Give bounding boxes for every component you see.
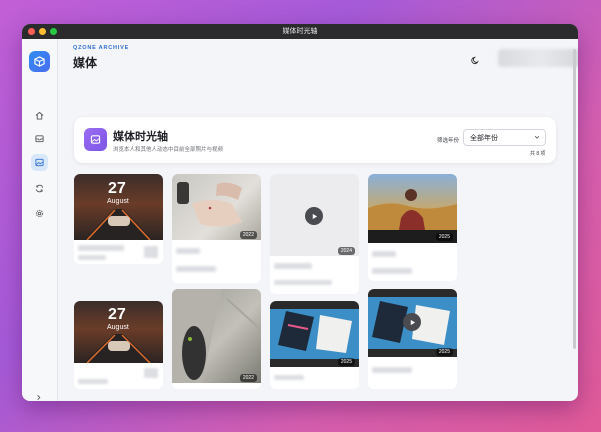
media-icon bbox=[35, 158, 44, 167]
window-title: 媒体时光轴 bbox=[282, 28, 318, 35]
inbox-icon bbox=[35, 135, 44, 143]
play-button[interactable] bbox=[403, 313, 421, 331]
tile-meta-blurred bbox=[372, 251, 396, 257]
video-thumbnail: 2025 bbox=[368, 289, 457, 357]
app-logo[interactable] bbox=[29, 51, 50, 72]
media-thumbnail: 2025 bbox=[270, 301, 359, 367]
media-tile[interactable]: 27 August bbox=[74, 174, 163, 264]
play-icon bbox=[410, 319, 415, 325]
main-content: QZONE ARCHIVE 媒体 媒体时光轴 浏览本人和其他人动态中目前全部照片… bbox=[58, 39, 578, 401]
user-profile-blurred[interactable] bbox=[498, 49, 578, 67]
tile-meta-blurred bbox=[78, 379, 108, 384]
sync-icon bbox=[35, 184, 44, 193]
tile-meta-blurred bbox=[372, 268, 412, 274]
tile-meta-blurred bbox=[176, 248, 200, 254]
minimize-window-button[interactable] bbox=[39, 28, 46, 35]
tile-avatar-blurred bbox=[144, 368, 158, 378]
moon-icon bbox=[471, 56, 479, 65]
theme-toggle[interactable] bbox=[471, 52, 480, 70]
date-number: 27 bbox=[108, 180, 126, 197]
media-tile[interactable]: 2025 bbox=[270, 301, 359, 389]
year-badge: 2024 bbox=[337, 247, 355, 255]
media-tile[interactable]: 2022 bbox=[172, 289, 261, 389]
media-tile[interactable]: 2025 bbox=[368, 289, 457, 389]
media-tile[interactable]: 2024 bbox=[270, 174, 359, 294]
card-title: 媒体时光轴 bbox=[113, 131, 168, 143]
date-month: August bbox=[107, 198, 129, 205]
media-tile[interactable]: 2025 bbox=[368, 174, 457, 281]
title-bar: 媒体时光轴 bbox=[22, 24, 578, 39]
play-button[interactable] bbox=[305, 207, 323, 225]
sidebar-item-sync[interactable] bbox=[31, 180, 48, 197]
scrollbar[interactable] bbox=[573, 49, 576, 349]
timeline-header-card: 媒体时光轴 浏览本人和其他人动态中目前全部照片与视频 筛选年份 全部年份 共 8… bbox=[74, 117, 556, 163]
year-badge: 2022 bbox=[239, 231, 257, 239]
tile-meta-blurred bbox=[372, 367, 412, 373]
media-thumbnail: 27 August bbox=[74, 301, 163, 363]
year-filter-select[interactable]: 全部年份 bbox=[463, 129, 546, 146]
sidebar-item-inbox[interactable] bbox=[31, 130, 48, 147]
media-thumbnail: 2022 bbox=[172, 289, 261, 383]
media-thumbnail: 27 August bbox=[74, 174, 163, 240]
item-count: 共 8 项 bbox=[530, 151, 546, 157]
media-thumbnail: 2025 bbox=[368, 174, 457, 243]
tile-meta-blurred bbox=[176, 266, 216, 272]
media-tile[interactable]: 27 August bbox=[74, 301, 163, 389]
timeline-icon bbox=[84, 128, 107, 151]
sidebar-item-home[interactable] bbox=[31, 107, 48, 124]
chevron-down-icon bbox=[534, 130, 540, 147]
page-title: 媒体 bbox=[73, 56, 98, 70]
play-icon bbox=[312, 213, 317, 219]
close-window-button[interactable] bbox=[28, 28, 35, 35]
year-filter-label: 筛选年份 bbox=[437, 138, 460, 144]
maximize-window-button[interactable] bbox=[50, 28, 57, 35]
chevron-right-icon bbox=[37, 395, 41, 400]
video-thumbnail: 2024 bbox=[270, 174, 359, 256]
sidebar-item-settings[interactable] bbox=[31, 205, 48, 222]
brand-label: QZONE ARCHIVE bbox=[73, 45, 130, 51]
card-subtitle: 浏览本人和其他人动态中目前全部照片与视频 bbox=[113, 147, 224, 153]
app-window: 媒体时光轴 QZONE ARCHIVE 媒体 媒体时光轴 浏览本人和其他人动态中… bbox=[22, 24, 578, 401]
window-controls bbox=[28, 28, 57, 35]
date-month: August bbox=[107, 324, 129, 331]
year-filter-value: 全部年份 bbox=[470, 135, 498, 142]
tile-avatar-blurred bbox=[144, 246, 158, 258]
year-badge: 2025 bbox=[435, 348, 453, 356]
year-badge: 2025 bbox=[435, 233, 453, 241]
tile-meta-blurred bbox=[78, 245, 124, 251]
tile-meta-blurred bbox=[274, 263, 312, 269]
home-icon bbox=[35, 111, 44, 120]
tile-meta-blurred bbox=[78, 255, 106, 260]
year-badge: 2025 bbox=[337, 358, 355, 366]
cube-icon bbox=[34, 56, 45, 67]
tile-meta-blurred bbox=[274, 280, 332, 285]
media-icon bbox=[90, 135, 101, 144]
sidebar bbox=[22, 39, 58, 401]
tile-meta-blurred bbox=[274, 375, 304, 380]
date-number: 27 bbox=[108, 306, 126, 323]
settings-icon bbox=[35, 209, 44, 218]
sidebar-collapse-button[interactable] bbox=[35, 388, 42, 401]
media-thumbnail: 2022 bbox=[172, 174, 261, 240]
media-tile[interactable]: 2022 bbox=[172, 174, 261, 283]
year-badge: 2022 bbox=[239, 374, 257, 382]
sidebar-item-media[interactable] bbox=[31, 154, 48, 171]
